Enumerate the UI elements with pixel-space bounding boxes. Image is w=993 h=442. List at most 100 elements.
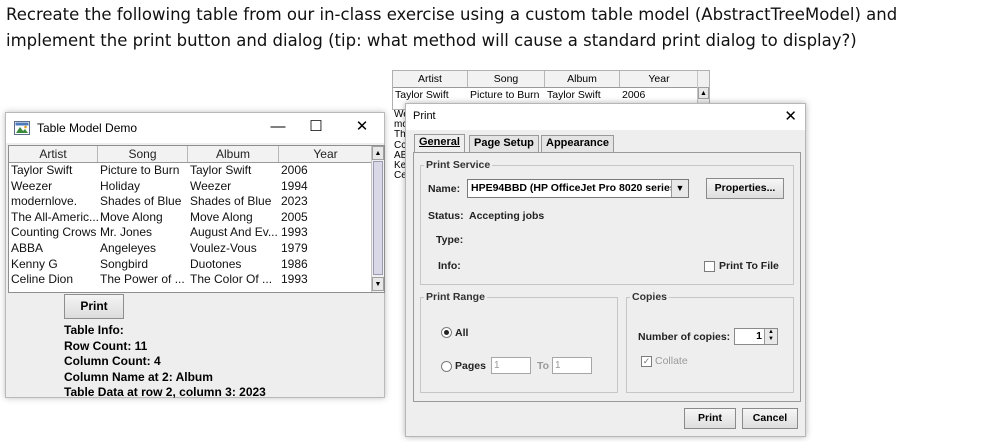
all-label: All <box>455 327 469 339</box>
dialog-print-button[interactable]: Print <box>684 408 736 429</box>
table-cell[interactable]: The Color Of ... <box>188 272 279 288</box>
table-header: Artist Song Album Year <box>9 146 373 163</box>
status-label: Status: <box>428 210 464 222</box>
table-cell[interactable]: The Power of ... <box>98 272 188 288</box>
table-cell[interactable]: Holiday <box>98 179 188 195</box>
table-data-text: Table Data at row 2, column 3: 2023 <box>64 385 266 399</box>
table-cell[interactable]: Weezer <box>9 179 98 195</box>
properties-button[interactable]: Properties... <box>706 178 784 199</box>
bg-cell[interactable]: Taylor Swift <box>393 88 468 102</box>
bg-header-album[interactable]: Album <box>545 71 620 87</box>
table-cell[interactable]: Weezer <box>188 179 279 195</box>
print-to-file-checkbox[interactable] <box>704 261 715 272</box>
table-cell[interactable]: Taylor Swift <box>9 163 98 179</box>
table-row[interactable]: Weezer Holiday Weezer 1994 <box>9 179 373 195</box>
spinner-arrows-icon[interactable]: ▲ ▼ <box>764 329 777 344</box>
collate-checkbox[interactable]: ✓ <box>641 356 652 367</box>
copies-label: Copies <box>630 291 670 303</box>
table-cell[interactable]: 2005 <box>279 210 373 226</box>
table-cell[interactable]: 2006 <box>279 163 373 179</box>
table-body: Taylor Swift Picture to Burn Taylor Swift 2… <box>9 163 373 288</box>
scroll-down-icon[interactable]: ▼ <box>372 277 384 291</box>
java-app-icon <box>14 121 30 135</box>
name-label: Name: <box>428 183 461 195</box>
table-cell[interactable]: 1986 <box>279 257 373 273</box>
bg-clipped-cell: AB <box>394 150 406 161</box>
collate-label: Collate <box>655 355 688 367</box>
table-cell[interactable]: Move Along <box>98 210 188 226</box>
close-icon[interactable]: ✕ <box>352 117 372 137</box>
bg-cell[interactable]: 2006 <box>620 88 699 102</box>
print-dialog: Print ✕ General Page Setup Appearance Pr… <box>405 103 806 437</box>
bg-scroll-up-icon[interactable]: ▲ <box>698 87 709 99</box>
scroll-up-icon[interactable]: ▲ <box>372 146 384 160</box>
table-cell[interactable]: 1993 <box>279 225 373 241</box>
table-row[interactable]: Celine Dion The Power of ... The Color Of … <box>9 272 373 288</box>
table-cell[interactable]: Duotones <box>188 257 279 273</box>
table-cell[interactable]: Counting Crows <box>9 225 98 241</box>
info-label: Info: <box>438 260 461 272</box>
table-row[interactable]: The All-Americ... Move Along Move Along 200… <box>9 210 373 226</box>
table-cell[interactable]: Move Along <box>188 210 279 226</box>
table-row[interactable]: ABBA Angeleyes Voulez-Vous 1979 <box>9 241 373 257</box>
print-service-label: Print Service <box>424 159 493 171</box>
tab-appearance[interactable]: Appearance <box>541 135 614 152</box>
pages-radio[interactable] <box>441 361 452 372</box>
all-radio[interactable] <box>441 327 452 338</box>
pages-from-input[interactable]: 1 <box>491 357 531 374</box>
window-title: Table Model Demo <box>37 121 138 135</box>
table-scrollbar[interactable]: ▲ ▼ <box>371 146 384 292</box>
header-song[interactable]: Song <box>98 146 188 162</box>
table-model-demo-window: Table Model Demo — ☐ ✕ Artist Song Album… <box>5 112 385 399</box>
dialog-close-icon[interactable]: ✕ <box>784 107 797 125</box>
bg-header-song[interactable]: Song <box>468 71 545 87</box>
bg-clipped-cell: mc <box>394 120 406 131</box>
bg-table-row[interactable]: Taylor Swift Picture to Burn Taylor Swif… <box>393 88 699 102</box>
table-cell[interactable]: Celine Dion <box>9 272 98 288</box>
table-cell[interactable]: August And Ev... <box>188 225 279 241</box>
table-cell[interactable]: Voulez-Vous <box>188 241 279 257</box>
table-row[interactable]: Counting Crows Mr. Jones August And Ev... 1… <box>9 225 373 241</box>
bg-cell[interactable]: Picture to Burn <box>468 88 545 102</box>
table-cell[interactable]: Picture to Burn <box>98 163 188 179</box>
header-year[interactable]: Year <box>279 146 373 162</box>
print-button[interactable]: Print <box>64 294 124 319</box>
header-album[interactable]: Album <box>188 146 279 162</box>
maximize-icon[interactable]: ☐ <box>306 117 326 137</box>
window-titlebar: Table Model Demo — ☐ ✕ <box>6 113 384 143</box>
table-cell[interactable]: Shades of Blue <box>98 194 188 210</box>
table-row[interactable]: Kenny G Songbird Duotones 1986 <box>9 257 373 273</box>
songs-table: Artist Song Album Year Taylor Swift Pictu… <box>8 145 385 293</box>
table-cell[interactable]: Angeleyes <box>98 241 188 257</box>
table-cell[interactable]: 1993 <box>279 272 373 288</box>
table-cell[interactable]: 1994 <box>279 179 373 195</box>
table-cell[interactable]: Kenny G <box>9 257 98 273</box>
copies-spinner[interactable]: 1 ▲ ▼ <box>734 328 778 345</box>
dialog-titlebar: Print ✕ <box>406 104 805 130</box>
bg-header-artist[interactable]: Artist <box>393 71 468 87</box>
minimize-icon[interactable]: — <box>268 117 288 137</box>
table-cell[interactable]: Songbird <box>98 257 188 273</box>
pages-to-input[interactable]: 1 <box>552 357 592 374</box>
table-cell[interactable]: ABBA <box>9 241 98 257</box>
table-cell[interactable]: Mr. Jones <box>98 225 188 241</box>
table-cell[interactable]: 1979 <box>279 241 373 257</box>
bg-cell[interactable]: Taylor Swift <box>545 88 620 102</box>
tab-general[interactable]: General <box>414 134 465 153</box>
table-cell[interactable]: 2023 <box>279 194 373 210</box>
chevron-down-icon[interactable]: ▼ <box>671 180 688 197</box>
table-row[interactable]: Taylor Swift Picture to Burn Taylor Swift 2… <box>9 163 373 179</box>
table-cell[interactable]: modernlove. <box>9 194 98 210</box>
tab-page-setup[interactable]: Page Setup <box>469 135 539 152</box>
printer-select[interactable]: HPE94BBD (HP OfficeJet Pro 8020 series) … <box>467 179 689 198</box>
header-artist[interactable]: Artist <box>9 146 98 162</box>
dialog-cancel-button[interactable]: Cancel <box>742 408 798 429</box>
table-row[interactable]: modernlove. Shades of Blue Shades of Blue 2… <box>9 194 373 210</box>
table-cell[interactable]: Taylor Swift <box>188 163 279 179</box>
table-cell[interactable]: The All-Americ... <box>9 210 98 226</box>
background-table-header: Artist Song Album Year <box>393 71 699 88</box>
general-tab-panel: Print Service Name: HPE94BBD (HP OfficeJ… <box>413 152 801 402</box>
bg-header-year[interactable]: Year <box>620 71 699 87</box>
scroll-thumb[interactable] <box>373 161 383 275</box>
table-cell[interactable]: Shades of Blue <box>188 194 279 210</box>
